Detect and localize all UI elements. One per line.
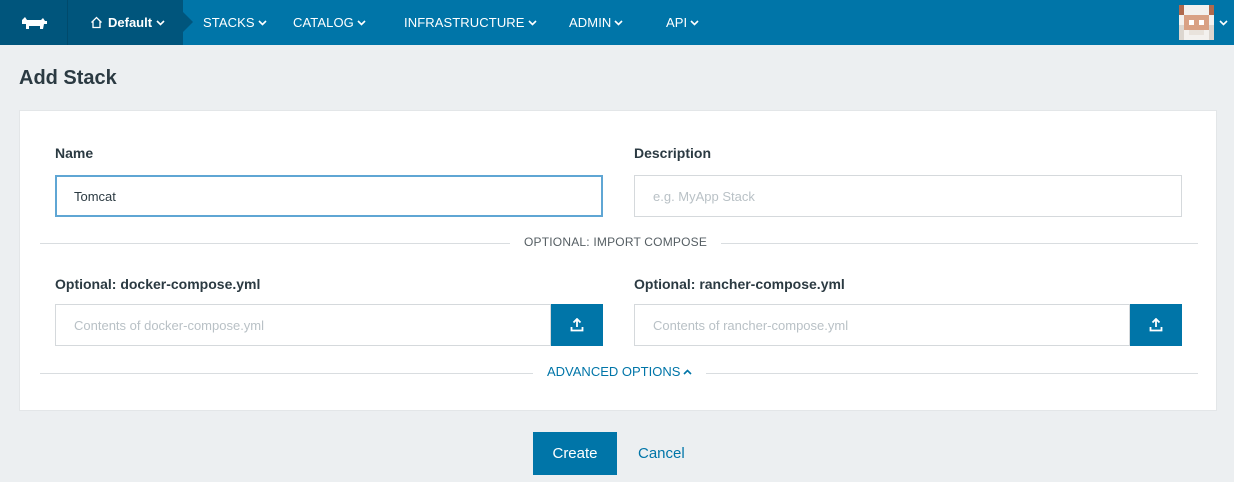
docker-compose-label: Optional: docker-compose.yml xyxy=(55,276,261,292)
description-input[interactable] xyxy=(634,175,1182,217)
user-avatar-icon xyxy=(1179,5,1214,40)
page-title: Add Stack xyxy=(19,67,117,89)
description-label: Description xyxy=(634,145,712,161)
docker-compose-upload-button[interactable] xyxy=(551,304,603,346)
nav-item-label: STACKS xyxy=(203,15,255,30)
environment-name: Default xyxy=(108,15,153,30)
nav-item-stacks[interactable]: STACKS xyxy=(203,0,267,45)
docker-compose-input[interactable] xyxy=(55,304,551,346)
chevron-down-icon xyxy=(690,19,699,26)
nav-item-admin[interactable]: ADMIN xyxy=(569,0,623,45)
nav-item-infrastructure[interactable]: INFRASTRUCTURE xyxy=(404,0,537,45)
rancher-compose-input[interactable] xyxy=(634,304,1130,346)
chevron-down-icon xyxy=(528,19,537,26)
chevron-down-icon xyxy=(156,19,165,26)
chevron-down-icon xyxy=(357,19,366,26)
add-stack-form: Name Description OPTIONAL: IMPORT COMPOS… xyxy=(19,110,1217,411)
upload-icon xyxy=(1149,318,1163,332)
nav-item-label: CATALOG xyxy=(293,15,354,30)
cow-logo-icon[interactable] xyxy=(0,0,67,45)
chevron-up-icon xyxy=(683,368,692,375)
top-nav: Default STACKS CATALOG INFRASTRUCTURE AD… xyxy=(0,0,1234,45)
chevron-down-icon xyxy=(258,19,267,26)
nav-item-label: INFRASTRUCTURE xyxy=(404,15,525,30)
import-divider-label: OPTIONAL: IMPORT COMPOSE xyxy=(510,235,722,249)
nav-item-catalog[interactable]: CATALOG xyxy=(293,0,366,45)
nav-item-api[interactable]: API xyxy=(666,0,699,45)
user-menu[interactable] xyxy=(1179,5,1228,40)
name-input[interactable] xyxy=(55,175,603,217)
home-icon xyxy=(90,16,103,29)
rancher-compose-upload-button[interactable] xyxy=(1130,304,1182,346)
environment-switcher[interactable]: Default xyxy=(67,0,193,45)
chevron-down-icon xyxy=(614,19,623,26)
advanced-options-toggle[interactable]: ADVANCED OPTIONS xyxy=(533,364,707,379)
advanced-options-label: ADVANCED OPTIONS xyxy=(547,364,681,379)
nav-item-label: ADMIN xyxy=(569,15,612,30)
upload-icon xyxy=(570,318,584,332)
nav-item-label: API xyxy=(666,15,688,30)
name-label: Name xyxy=(55,145,94,161)
rancher-compose-label: Optional: rancher-compose.yml xyxy=(634,276,845,292)
cancel-button[interactable]: Cancel xyxy=(638,432,685,475)
create-button[interactable]: Create xyxy=(533,432,617,475)
chevron-down-icon xyxy=(1219,19,1228,26)
